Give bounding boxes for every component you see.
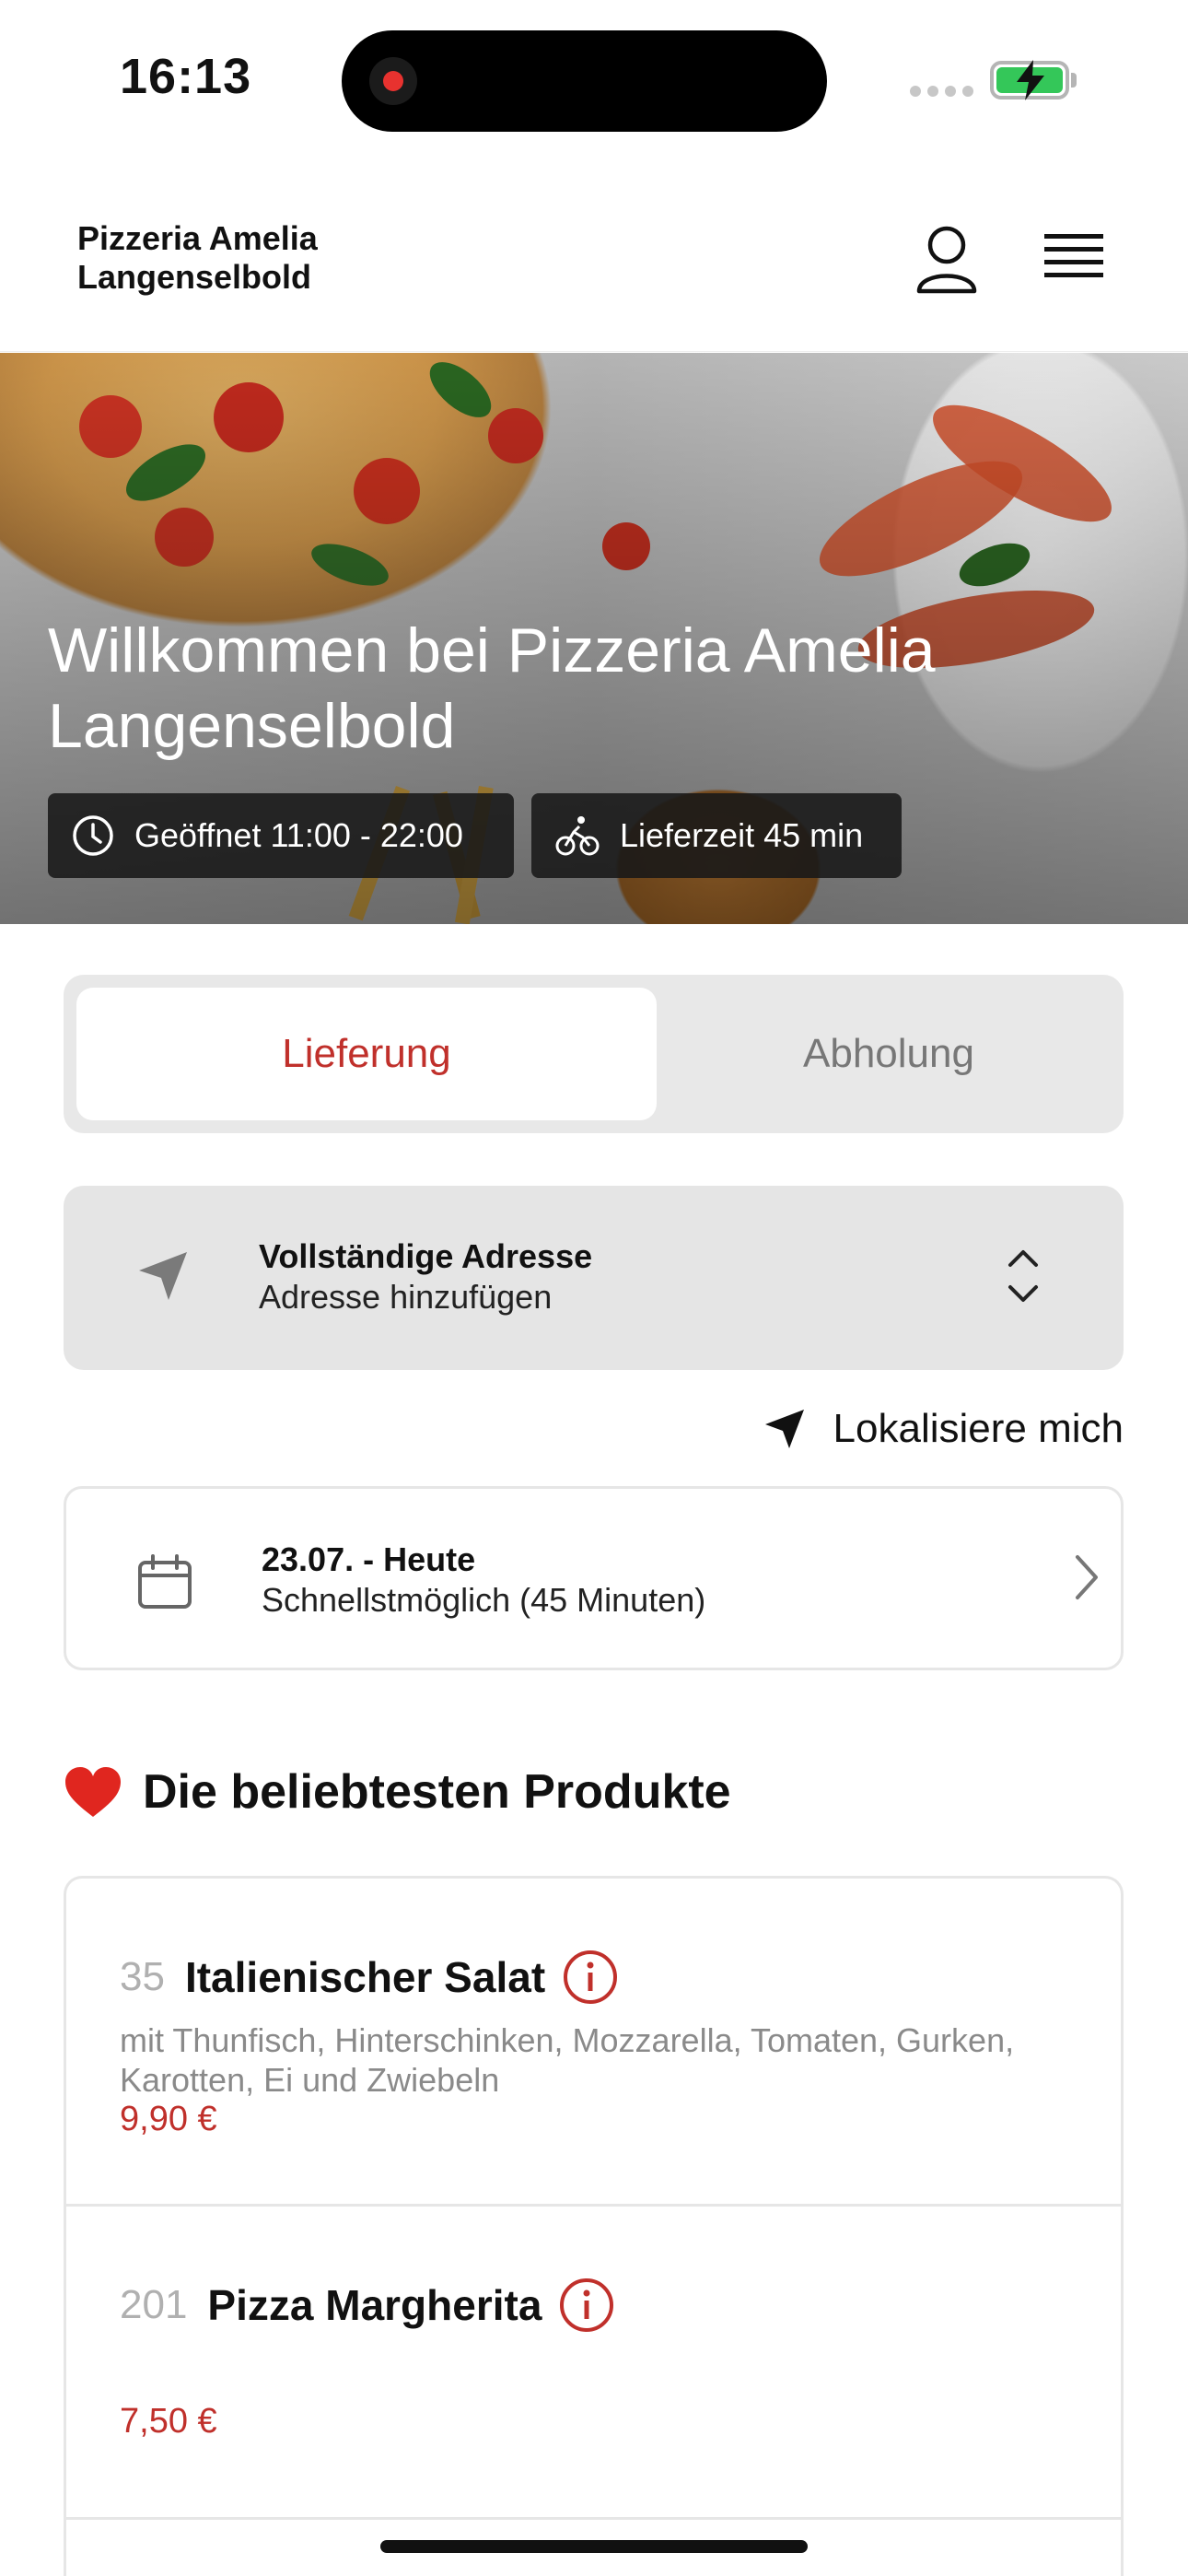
locate-me-link[interactable]: Lokalisiere mich	[751, 1399, 1124, 1459]
address-subtitle: Adresse hinzufügen	[259, 1278, 553, 1316]
delivery-time-selector[interactable]: 23.07. - Heute Schnellstmöglich (45 Minu…	[64, 1486, 1124, 1670]
info-icon[interactable]	[562, 1949, 619, 2006]
signal-icon	[910, 86, 973, 97]
menu-icon[interactable]	[1044, 230, 1103, 286]
order-mode-switch: Lieferung Abholung	[64, 975, 1124, 1133]
restaurant-name[interactable]: Pizzeria Amelia Langenselbold	[77, 219, 318, 297]
address-selector[interactable]: Vollständige Adresse Adresse hinzufügen	[64, 1186, 1124, 1370]
app-header: Pizzeria Amelia Langenselbold	[0, 184, 1188, 352]
locate-me-label: Lokalisiere mich	[833, 1406, 1124, 1451]
product-number: 201	[120, 2282, 188, 2327]
date-title: 23.07. - Heute	[262, 1540, 476, 1578]
product-card[interactable]: 201 Pizza Margherita 7,50 €	[66, 2207, 1121, 2520]
product-description: mit Thunfisch, Hinterschinken, Mozzarell…	[120, 2021, 1015, 2099]
tab-pickup[interactable]: Abholung	[658, 988, 1119, 1120]
status-bar: 16:13	[0, 0, 1188, 157]
heart-icon	[65, 1767, 121, 1817]
opening-hours-badge: Geöffnet 11:00 - 22:00	[48, 793, 514, 878]
chevron-right-icon	[1076, 1555, 1098, 1599]
tab-delivery[interactable]: Lieferung	[76, 988, 657, 1120]
user-icon[interactable]	[914, 225, 979, 295]
status-time: 16:13	[120, 49, 252, 104]
product-name: Pizza Margherita	[207, 2281, 542, 2329]
product-list: 35 Italienischer Salat mit Thunfisch, Hi…	[64, 1876, 1124, 2576]
welcome-title: Willkommen bei Pizzeria Amelia Langensel…	[48, 613, 1107, 764]
calendar-icon	[138, 1554, 192, 1609]
product-card[interactable]: 35 Italienischer Salat mit Thunfisch, Hi…	[66, 1879, 1121, 2207]
brand-line-1: Pizzeria Amelia	[77, 219, 318, 257]
hero-banner: Willkommen bei Pizzeria Amelia Langensel…	[0, 353, 1188, 924]
delivery-time-text: Lieferzeit 45 min	[620, 816, 864, 854]
product-price: 9,90 €	[120, 2100, 217, 2138]
welcome-title-line-1: Willkommen bei Pizzeria Amelia	[48, 615, 936, 685]
product-header: 35 Italienischer Salat	[120, 1949, 619, 2006]
bicycle-icon	[555, 816, 600, 856]
product-number: 35	[120, 1954, 165, 1999]
address-title: Vollständige Adresse	[259, 1237, 593, 1275]
chevron-up-down-icon	[1008, 1250, 1038, 1302]
popular-products-heading: Die beliebtesten Produkte	[64, 1764, 731, 1820]
popular-heading-text: Die beliebtesten Produkte	[143, 1765, 731, 1819]
clock-icon	[73, 815, 113, 856]
battery-icon	[990, 60, 1069, 100]
delivery-time-badge: Lieferzeit 45 min	[531, 793, 902, 878]
battery-nub	[1071, 73, 1077, 88]
welcome-title-line-2: Langenselbold	[48, 691, 456, 761]
date-subtitle: Schnellstmöglich (45 Minuten)	[262, 1581, 706, 1619]
home-indicator[interactable]	[380, 2540, 808, 2553]
dynamic-island	[342, 30, 827, 132]
product-price: 7,50 €	[120, 2402, 217, 2441]
opening-hours-text: Geöffnet 11:00 - 22:00	[134, 816, 463, 854]
brand-line-2: Langenselbold	[77, 258, 312, 296]
recording-indicator-icon	[369, 57, 417, 105]
product-header: 201 Pizza Margherita	[120, 2277, 615, 2334]
location-arrow-icon	[764, 1410, 804, 1448]
info-icon[interactable]	[558, 2277, 615, 2334]
product-name: Italienischer Salat	[184, 1953, 546, 2001]
navigation-arrow-icon	[139, 1252, 187, 1300]
